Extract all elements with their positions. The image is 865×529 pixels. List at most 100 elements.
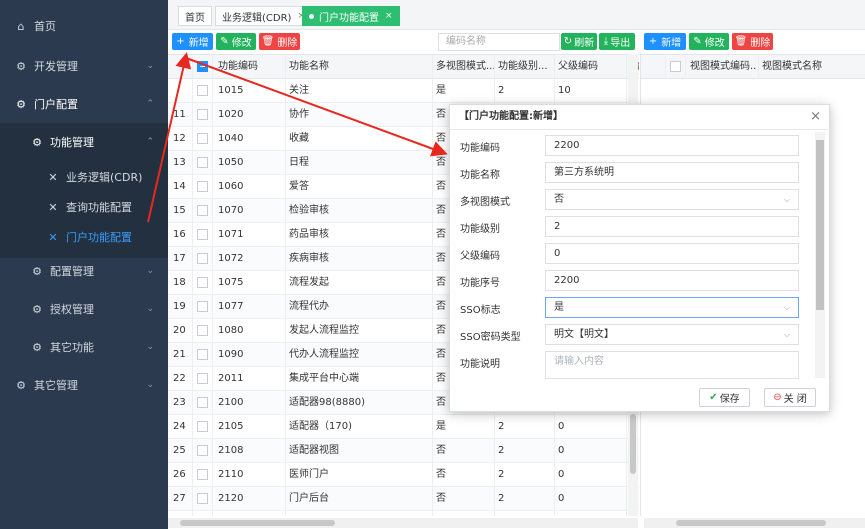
- close-icon[interactable]: ×: [385, 11, 393, 21]
- table-cell-name: 药品审核: [289, 229, 329, 240]
- sidebar-item-dev[interactable]: ⚙ 开发管理 ⌄: [0, 47, 168, 85]
- table-cell-multi: 否: [436, 133, 446, 144]
- select-all-checkbox[interactable]: [197, 61, 208, 72]
- tab-home[interactable]: 首页: [178, 6, 212, 26]
- row-checkbox[interactable]: [197, 253, 208, 264]
- field-select[interactable]: 明文【明文】 ⌵: [545, 324, 799, 345]
- table-cell-code: 1075: [218, 277, 244, 288]
- field-value: 明文【明文】: [554, 329, 614, 340]
- row-checkbox[interactable]: [197, 397, 208, 408]
- table-row[interactable]: 24 2105 适配器（170) 是 2 0: [168, 415, 639, 439]
- column-header[interactable]: 父级编码: [558, 55, 598, 79]
- table-row[interactable]: 26 2110 医师门户 否 2 0: [168, 463, 639, 487]
- sidebar-item-other-func[interactable]: ⚙ 其它功能 ⌄: [0, 328, 168, 366]
- table-row[interactable]: 27 2120 门户后台 否 2 0: [168, 487, 639, 511]
- edit-button[interactable]: ✎ 修改: [216, 33, 256, 50]
- sidebar-item-config-mgmt[interactable]: ⚙ 配置管理 ⌄: [0, 252, 168, 290]
- sidebar-item-other-mgmt[interactable]: ⚙ 其它管理 ⌄: [0, 366, 168, 404]
- field-value: 第三方系统明: [554, 167, 614, 178]
- gear-icon: ⚙: [32, 264, 42, 278]
- table-horizontal-scrollbar[interactable]: [168, 518, 638, 528]
- right-add-button[interactable]: + 新增: [644, 33, 686, 50]
- field-input[interactable]: 请输入内容: [545, 351, 799, 379]
- chevron-down-icon: ⌄: [146, 304, 154, 314]
- row-checkbox[interactable]: [197, 493, 208, 504]
- right-delete-button[interactable]: 🗑 删除: [732, 33, 773, 50]
- table-cell-name: 医师门户: [289, 469, 329, 480]
- sidebar-item-label: 功能管理: [50, 136, 94, 149]
- column-header[interactable]: 功能名称: [289, 55, 329, 79]
- sidebar-item-portal[interactable]: ⚙ 门户配置 ⌃: [0, 85, 168, 123]
- column-header[interactable]: 视图模式编码...: [690, 55, 756, 79]
- dialog-scrollbar[interactable]: [815, 132, 825, 378]
- field-input[interactable]: 2200: [545, 270, 799, 291]
- gear-icon: ⚙: [16, 59, 26, 73]
- export-button[interactable]: ⤓ 导出: [599, 33, 635, 50]
- field-select[interactable]: 否 ⌵: [545, 189, 799, 210]
- field-input[interactable]: 0: [545, 243, 799, 264]
- table-cell-code: 2011: [218, 373, 244, 384]
- right-edit-button[interactable]: ✎ 修改: [689, 33, 729, 50]
- gear-icon: ⚙: [16, 378, 26, 392]
- field-input[interactable]: 2200: [545, 135, 799, 156]
- row-checkbox[interactable]: [197, 205, 208, 216]
- table-cell-name: 流程发起: [289, 277, 329, 288]
- table-cell-name: 集成平台中心端: [289, 373, 359, 384]
- select-all-checkbox[interactable]: [670, 61, 681, 72]
- table-cell-name: 代办人流程监控: [289, 349, 359, 360]
- table-cell-name: 适配器视图: [289, 445, 339, 456]
- close-button[interactable]: ⊖ 关 闭: [764, 388, 816, 407]
- add-button[interactable]: + 新增: [172, 33, 213, 50]
- column-header[interactable]: 视图模式名称: [762, 55, 822, 79]
- field-select[interactable]: 是 ⌵: [545, 297, 799, 318]
- close-icon[interactable]: ×: [810, 109, 821, 124]
- row-checkbox[interactable]: [197, 301, 208, 312]
- row-checkbox[interactable]: [197, 277, 208, 288]
- table-cell-level: 2: [498, 421, 505, 432]
- table-cell-no: 25: [173, 445, 186, 456]
- refresh-button[interactable]: ↻ 刷新: [561, 33, 597, 50]
- sidebar-item-portal-func-config[interactable]: ✕ 门户功能配置: [0, 218, 168, 256]
- check-circle-icon: ✔: [709, 392, 718, 403]
- row-checkbox[interactable]: [197, 469, 208, 480]
- sidebar-item-auth-mgmt[interactable]: ⚙ 授权管理 ⌄: [0, 290, 168, 328]
- table-cell-name: 适配器98(8880): [289, 397, 365, 408]
- row-checkbox[interactable]: [197, 229, 208, 240]
- table-cell-multi: 否: [436, 373, 446, 384]
- field-value: 0: [554, 248, 561, 259]
- chevron-up-icon: ⌃: [146, 137, 154, 147]
- table-row[interactable]: 1015 关注 是 2 10: [168, 79, 639, 103]
- save-button[interactable]: ✔ 保存: [699, 388, 750, 407]
- field-label: 功能级别: [460, 224, 500, 235]
- table-cell-no: 23: [173, 397, 186, 408]
- row-checkbox[interactable]: [197, 445, 208, 456]
- field-input[interactable]: 2: [545, 216, 799, 237]
- row-checkbox[interactable]: [197, 181, 208, 192]
- row-checkbox[interactable]: [197, 157, 208, 168]
- table-cell-multi: 否: [436, 253, 446, 264]
- chevron-down-icon: ⌄: [146, 61, 154, 71]
- table-row[interactable]: 25 2108 适配器视图 否 2 0: [168, 439, 639, 463]
- right-table-horizontal-scrollbar[interactable]: [644, 518, 865, 528]
- table-cell-multi: 是: [436, 421, 446, 432]
- table-cell-no: 13: [173, 157, 186, 168]
- search-input[interactable]: 编码名称: [438, 33, 560, 51]
- row-checkbox[interactable]: [197, 421, 208, 432]
- column-header[interactable]: 功能级别...: [498, 55, 554, 79]
- row-checkbox[interactable]: [197, 349, 208, 360]
- pencil-icon: ✎: [220, 36, 229, 47]
- sidebar-item-func-mgmt[interactable]: ⚙ 功能管理 ⌃: [0, 123, 168, 161]
- row-checkbox[interactable]: [197, 325, 208, 336]
- row-checkbox[interactable]: [197, 133, 208, 144]
- row-checkbox[interactable]: [197, 109, 208, 120]
- tab-cdr[interactable]: 业务逻辑(CDR)×: [215, 6, 312, 26]
- column-header[interactable]: 功能编码: [218, 55, 258, 79]
- sidebar-item-label: 业务逻辑(CDR): [66, 171, 143, 184]
- sidebar-item-home[interactable]: ⌂ 首页: [0, 7, 168, 45]
- delete-button[interactable]: 🗑 删除: [259, 33, 300, 50]
- row-checkbox[interactable]: [197, 373, 208, 384]
- tab-portal-func-config[interactable]: 门户功能配置 ×: [302, 6, 400, 26]
- column-header[interactable]: 多视图模式...: [436, 55, 494, 79]
- row-checkbox[interactable]: [197, 85, 208, 96]
- field-input[interactable]: 第三方系统明: [545, 162, 799, 183]
